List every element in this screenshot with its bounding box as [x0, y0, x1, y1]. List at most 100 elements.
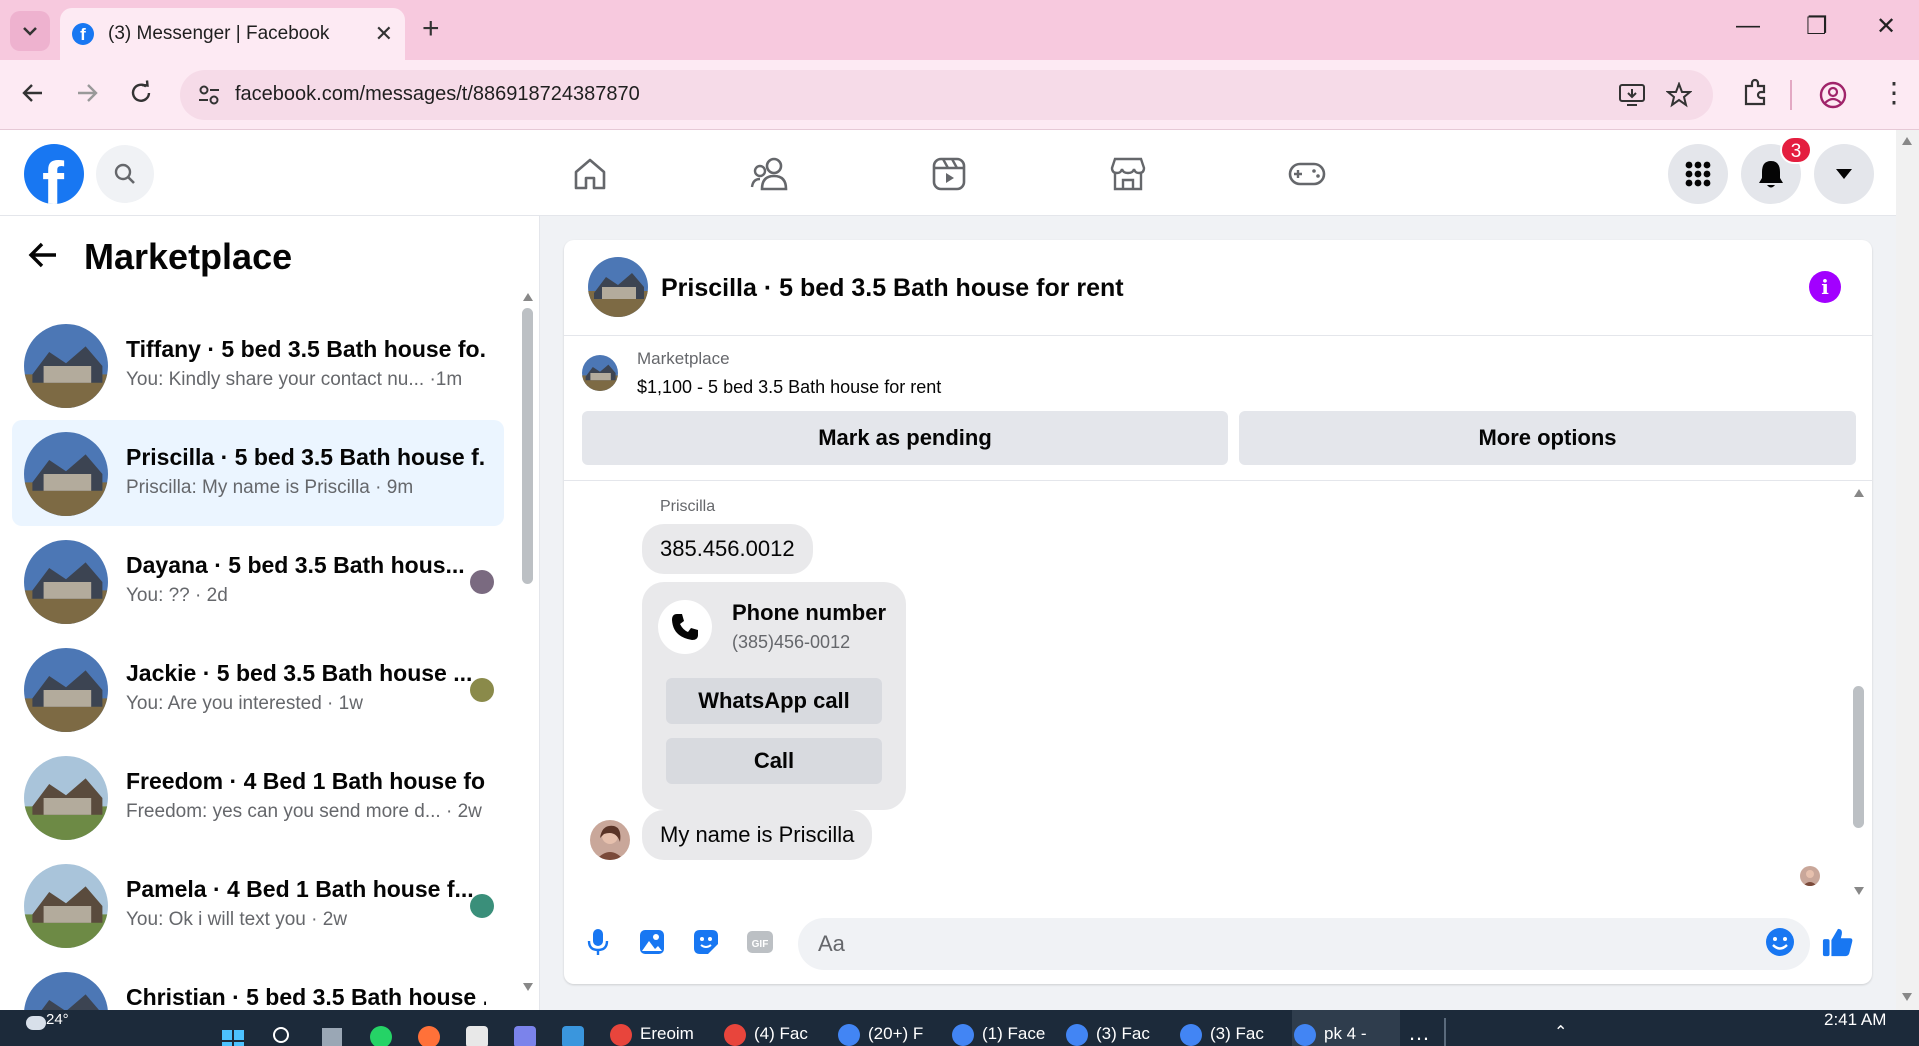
nav-home[interactable] — [568, 152, 612, 196]
taskbar-app-label: (3) Fac — [1096, 1024, 1150, 1043]
close-tab-icon[interactable]: ✕ — [375, 21, 393, 47]
mark-as-pending-button[interactable]: Mark as pending — [582, 411, 1228, 465]
nav-marketplace[interactable] — [1106, 152, 1150, 196]
conversation-item[interactable]: Tiffany · 5 bed 3.5 Bath house fo... You:… — [12, 312, 504, 418]
scroll-down-icon[interactable] — [522, 982, 534, 992]
taskbar-app[interactable]: (3) Fac — [1180, 1016, 1264, 1046]
teams-icon[interactable] — [514, 1026, 536, 1046]
more-options-button[interactable]: More options — [1239, 411, 1856, 465]
taskbar-divider — [1444, 1018, 1446, 1046]
firefox-icon[interactable] — [418, 1026, 440, 1046]
search-icon — [114, 163, 135, 184]
taskbar-app[interactable]: (1) Face — [952, 1016, 1045, 1046]
conversation-item[interactable]: Freedom · 4 Bed 1 Bath house fo... Freedo… — [12, 744, 504, 850]
clock-time[interactable]: 2:41 AM — [1824, 1010, 1886, 1030]
back-button[interactable] — [26, 238, 60, 277]
menu-button[interactable] — [1668, 144, 1728, 204]
bookmark-star-icon[interactable] — [1666, 82, 1692, 108]
taskbar-app[interactable]: Ereoim — [610, 1016, 694, 1046]
nav-friends[interactable] — [748, 152, 792, 196]
nav-video[interactable] — [927, 152, 971, 196]
back-button[interactable] — [20, 80, 46, 113]
reload-button[interactable] — [128, 80, 154, 113]
tab-search-button[interactable] — [10, 11, 50, 51]
omnibox[interactable]: facebook.com/messages/t/886918724387870 — [180, 70, 1713, 120]
photo-icon[interactable] — [636, 926, 668, 958]
emoji-icon[interactable] — [1764, 926, 1796, 958]
extensions-icon[interactable] — [1740, 78, 1770, 108]
scroll-thumb[interactable] — [522, 308, 533, 584]
listing-thumbnail[interactable] — [582, 355, 618, 391]
message-bubble[interactable]: My name is Priscilla — [642, 810, 873, 860]
conversation-item[interactable]: Priscilla · 5 bed 3.5 Bath house f... Pri… — [12, 420, 504, 526]
install-app-icon[interactable] — [1618, 82, 1646, 108]
taskbar-app[interactable]: pk 4 - — [1294, 1016, 1367, 1046]
site-settings-icon[interactable] — [196, 82, 222, 108]
notepad-icon[interactable] — [562, 1026, 584, 1046]
page-scrollbar[interactable] — [1896, 130, 1919, 1010]
conversation-item[interactable]: Dayana · 5 bed 3.5 Bath hous... You: ?? ·… — [12, 528, 504, 634]
weather-icon[interactable] — [26, 1016, 46, 1030]
scroll-down-icon[interactable] — [1901, 992, 1913, 1002]
address-bar-row: facebook.com/messages/t/886918724387870 … — [0, 60, 1919, 130]
scroll-up-icon[interactable] — [522, 292, 534, 302]
message-input[interactable]: Aa — [798, 918, 1810, 970]
chevron-down-icon — [23, 27, 37, 36]
browser-tab[interactable]: f (3) Messenger | Facebook ✕ — [60, 8, 405, 60]
call-button[interactable]: Call — [666, 738, 882, 784]
taskbar-app[interactable]: (3) Fac — [1066, 1016, 1150, 1046]
message-bubble[interactable]: 385.456.0012 — [642, 524, 813, 574]
taskbar-app[interactable]: (4) Fac — [724, 1016, 808, 1046]
profile-icon[interactable] — [1818, 80, 1848, 110]
conversation-list-scrollbar[interactable] — [518, 292, 536, 992]
restore-button[interactable]: ❐ — [1806, 12, 1828, 41]
facebook-logo[interactable]: f — [24, 144, 84, 204]
task-view-icon[interactable] — [322, 1028, 342, 1046]
forward-button[interactable] — [74, 80, 100, 113]
message-composer: GIF Aa — [564, 904, 1872, 984]
account-button[interactable] — [1814, 144, 1874, 204]
nav-gaming[interactable] — [1285, 152, 1329, 196]
conversation-name: Jackie · 5 bed 3.5 Bath house ... — [126, 660, 473, 686]
listing-avatar — [24, 864, 108, 948]
thumbs-up-icon[interactable] — [1822, 926, 1854, 958]
system-tray-icons[interactable]: ⌃ — [1554, 1022, 1567, 1042]
listing-price-title[interactable]: $1,100 - 5 bed 3.5 Bath house for rent — [637, 377, 941, 398]
scroll-up-icon[interactable] — [1853, 488, 1865, 498]
chat-title[interactable]: Priscilla · 5 bed 3.5 Bath house for ren… — [661, 274, 1124, 303]
marketplace-icon — [1110, 157, 1146, 191]
close-window-button[interactable]: ✕ — [1876, 12, 1896, 41]
caret-down-icon — [1836, 169, 1852, 179]
listing-avatar[interactable] — [588, 257, 648, 317]
conversation-item[interactable]: Jackie · 5 bed 3.5 Bath house ... You: Ar… — [12, 636, 504, 742]
more-apps-icon[interactable]: … — [1408, 1020, 1430, 1046]
scroll-thumb[interactable] — [1853, 686, 1864, 828]
home-icon — [574, 158, 606, 190]
search-button[interactable] — [96, 145, 154, 203]
app-icon[interactable] — [466, 1026, 488, 1046]
taskbar-app[interactable]: (20+) F — [838, 1016, 923, 1046]
microphone-icon[interactable] — [582, 926, 614, 958]
facebook-header: f — [0, 130, 1896, 216]
whatsapp-call-button[interactable]: WhatsApp call — [666, 678, 882, 724]
search-icon[interactable] — [272, 1026, 294, 1046]
windows-start-icon[interactable] — [222, 1030, 244, 1046]
conversation-item[interactable]: Christian · 5 bed 3.5 Bath house ...You:… — [12, 960, 504, 1010]
message-scrollbar[interactable] — [1850, 482, 1868, 904]
new-tab-button[interactable]: + — [422, 12, 440, 46]
scroll-down-icon[interactable] — [1853, 886, 1865, 896]
browser-menu-icon[interactable]: ⋮ — [1880, 76, 1908, 109]
sender-avatar[interactable] — [590, 820, 630, 860]
conversation-item[interactable]: Pamela · 4 Bed 1 Bath house f... You: Ok … — [12, 852, 504, 958]
sticker-icon[interactable] — [690, 926, 722, 958]
whatsapp-icon[interactable] — [370, 1026, 392, 1046]
friends-icon — [750, 157, 788, 191]
marketplace-conversation-list: Marketplace Tiffany · 5 bed 3.5 Bath hou… — [0, 216, 540, 1010]
weather-temperature[interactable]: 24° — [46, 1011, 69, 1028]
conversation-name: Freedom · 4 Bed 1 Bath house fo... — [126, 768, 486, 794]
info-icon[interactable]: i — [1809, 271, 1841, 303]
gif-icon[interactable]: GIF — [744, 926, 776, 958]
minimize-button[interactable]: — — [1736, 12, 1760, 40]
scroll-up-icon[interactable] — [1901, 136, 1913, 146]
arrow-right-icon — [78, 84, 98, 102]
